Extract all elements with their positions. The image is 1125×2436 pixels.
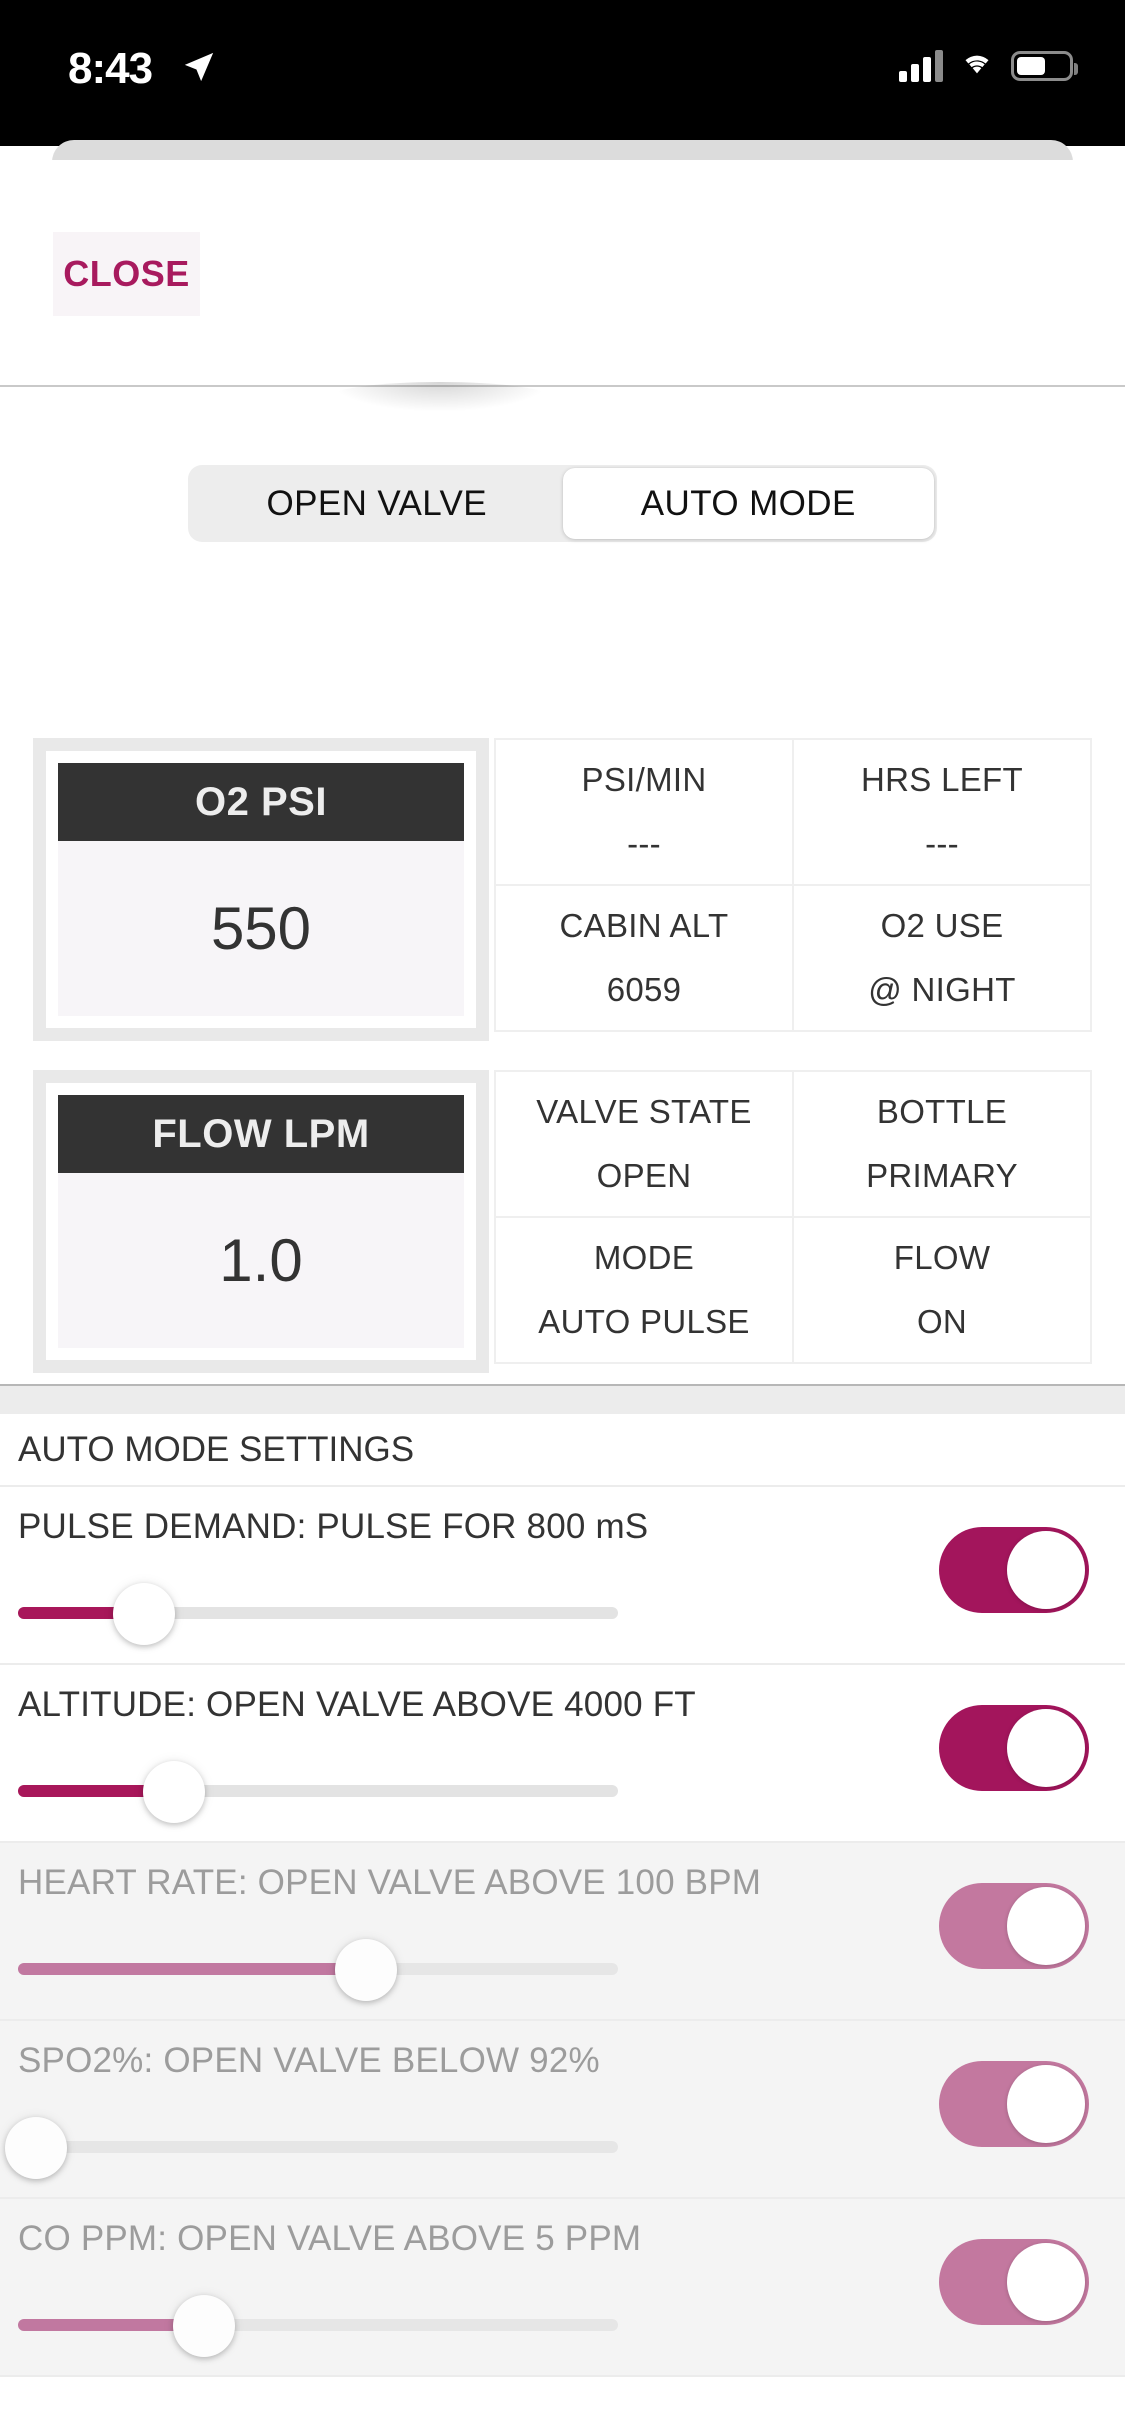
setting-label: SPO2%: OPEN VALVE BELOW 92% (18, 2041, 1107, 2081)
setting-slider[interactable] (18, 1785, 618, 1799)
info-cell: CABIN ALT 6059 (496, 886, 794, 1032)
info-cell-value: @ NIGHT (868, 971, 1015, 1009)
setting-toggle[interactable] (939, 2239, 1089, 2325)
setting-slider[interactable] (18, 2141, 618, 2155)
gauge-flow-lpm-value: 1.0 (58, 1173, 464, 1348)
setting-label: CO PPM: OPEN VALVE ABOVE 5 PPM (18, 2219, 1107, 2259)
info-cell-value: OPEN (597, 1157, 692, 1195)
setting-row-heart-rate: HEART RATE: OPEN VALVE ABOVE 100 BPM (0, 1843, 1125, 2021)
segment-auto-mode[interactable]: AUTO MODE (563, 468, 935, 539)
info-cell-key: O2 USE (881, 907, 1004, 945)
info-cell: FLOW ON (794, 1218, 1092, 1364)
info-cell: HRS LEFT --- (794, 740, 1092, 886)
settings-section-title: AUTO MODE SETTINGS (0, 1414, 1125, 1487)
setting-row-spo2: SPO2%: OPEN VALVE BELOW 92% (0, 2021, 1125, 2199)
gauge-flow-lpm: FLOW LPM 1.0 (33, 1070, 489, 1373)
slider-thumb[interactable] (113, 1583, 175, 1645)
gauge-o2-psi-title: O2 PSI (58, 763, 464, 841)
setting-row-pulse-demand: PULSE DEMAND: PULSE FOR 800 mS (0, 1487, 1125, 1665)
toggle-knob (1007, 1531, 1085, 1609)
setting-label: ALTITUDE: OPEN VALVE ABOVE 4000 FT (18, 1685, 1107, 1725)
section-separator (0, 1384, 1125, 1414)
slider-thumb[interactable] (335, 1939, 397, 2001)
setting-toggle[interactable] (939, 1705, 1089, 1791)
gauge-o2-psi-value: 550 (58, 841, 464, 1016)
gauge-o2-psi-inner: O2 PSI 550 (46, 751, 476, 1028)
info-cell-key: HRS LEFT (861, 761, 1023, 799)
history-chart: 0 00:12 00:24 240 (0, 2428, 1125, 2436)
info-cell: MODE AUTO PULSE (496, 1218, 794, 1364)
info-cell: VALVE STATE OPEN (496, 1072, 794, 1218)
setting-slider[interactable] (18, 2319, 618, 2333)
info-cell: O2 USE @ NIGHT (794, 886, 1092, 1032)
info-cell-key: BOTTLE (877, 1093, 1007, 1131)
header-divider (0, 385, 1125, 387)
slider-thumb[interactable] (173, 2295, 235, 2357)
header-shadow (330, 382, 550, 412)
info-cell-key: FLOW (894, 1239, 991, 1277)
segment-open-valve[interactable]: OPEN VALVE (191, 468, 563, 539)
auto-mode-sheet: CLOSE OPEN VALVE AUTO MODE O2 PSI 550 FL… (0, 160, 1125, 2436)
status-bar-time: 8:43 (68, 44, 152, 94)
setting-label: PULSE DEMAND: PULSE FOR 800 mS (18, 1507, 1107, 1547)
info-cell: PSI/MIN --- (496, 740, 794, 886)
toggle-knob (1007, 1887, 1085, 1965)
info-cell-key: MODE (594, 1239, 694, 1277)
setting-toggle[interactable] (939, 1883, 1089, 1969)
setting-row-altitude: ALTITUDE: OPEN VALVE ABOVE 4000 FT (0, 1665, 1125, 1843)
setting-slider[interactable] (18, 1963, 618, 1977)
info-cell-value: AUTO PULSE (538, 1303, 749, 1341)
slider-thumb[interactable] (5, 2117, 67, 2179)
setting-slider[interactable] (18, 1607, 618, 1621)
info-cell: BOTTLE PRIMARY (794, 1072, 1092, 1218)
toggle-knob (1007, 2243, 1085, 2321)
slider-fill (18, 1963, 366, 1975)
setting-row-co-ppm: CO PPM: OPEN VALVE ABOVE 5 PPM (0, 2199, 1125, 2377)
gauge-o2-psi: O2 PSI 550 (33, 738, 489, 1041)
info-cell-value: 6059 (607, 971, 682, 1009)
info-cell-value: PRIMARY (866, 1157, 1018, 1195)
info-cell-key: PSI/MIN (582, 761, 707, 799)
toggle-knob (1007, 1709, 1085, 1787)
battery-icon (1011, 51, 1073, 81)
status-bar-indicators (899, 48, 1073, 83)
location-arrow-icon (182, 50, 216, 89)
gauge-flow-lpm-inner: FLOW LPM 1.0 (46, 1083, 476, 1360)
setting-toggle[interactable] (939, 2061, 1089, 2147)
info-cell-value: --- (925, 825, 959, 863)
info-cell-key: CABIN ALT (560, 907, 729, 945)
info-cell-key: VALVE STATE (536, 1093, 751, 1131)
gauge-flow-lpm-title: FLOW LPM (58, 1095, 464, 1173)
mode-segmented-control[interactable]: OPEN VALVE AUTO MODE (188, 465, 937, 542)
close-button[interactable]: CLOSE (53, 232, 200, 316)
setting-label: HEART RATE: OPEN VALVE ABOVE 100 BPM (18, 1863, 1107, 1903)
cellular-bars-icon (899, 50, 943, 82)
wifi-icon (957, 48, 997, 83)
setting-toggle[interactable] (939, 1527, 1089, 1613)
slider-track (18, 2141, 618, 2153)
info-cell-value: --- (627, 825, 661, 863)
info-cell-value: ON (917, 1303, 967, 1341)
slider-thumb[interactable] (143, 1761, 205, 1823)
status-bar: 8:43 (0, 0, 1125, 146)
auto-mode-settings: AUTO MODE SETTINGS PULSE DEMAND: PULSE F… (0, 1414, 1125, 2377)
info-table-valve: VALVE STATE OPEN BOTTLE PRIMARY MODE AUT… (494, 1070, 1092, 1364)
toggle-knob (1007, 2065, 1085, 2143)
info-table-oxygen: PSI/MIN --- HRS LEFT --- CABIN ALT 6059 … (494, 738, 1092, 1032)
